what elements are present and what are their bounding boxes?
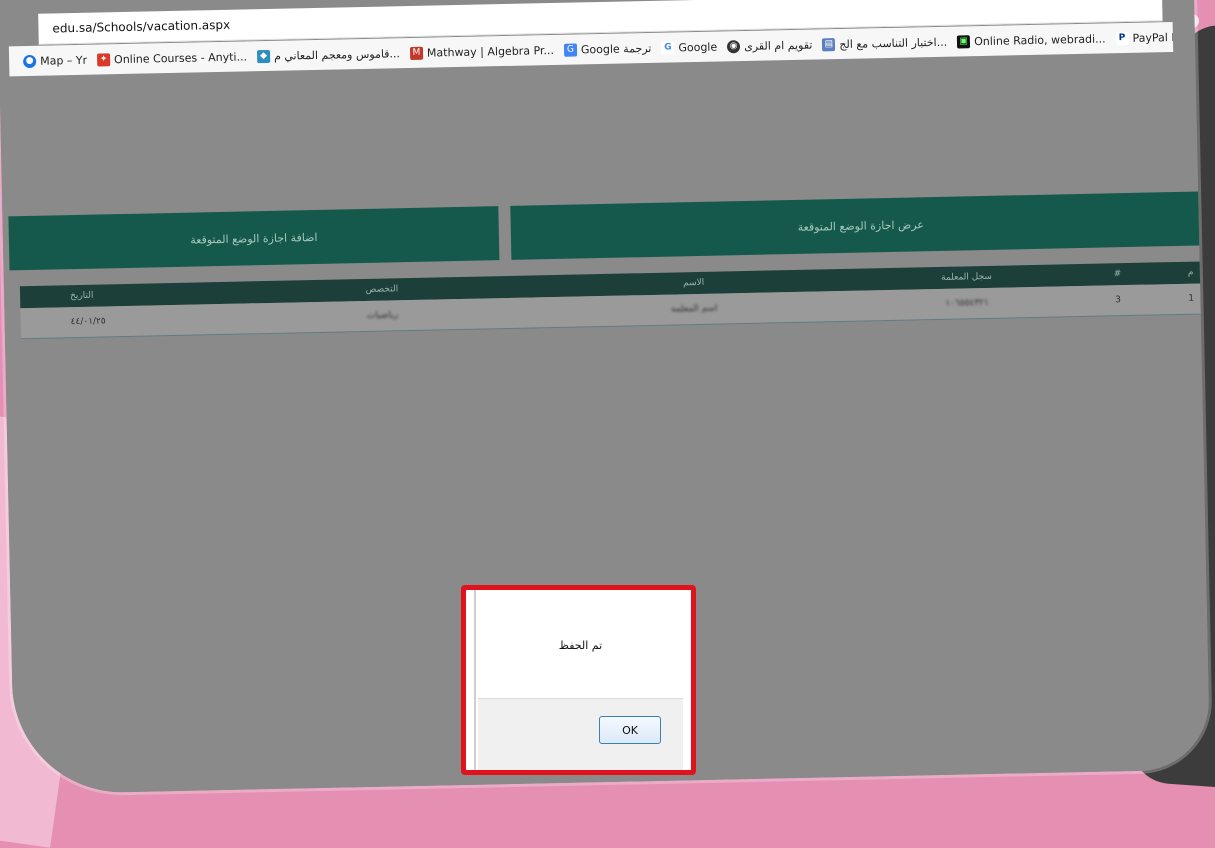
- dictionary-icon: ◆: [256, 49, 271, 63]
- dialog-message: تم الحفظ: [558, 638, 603, 652]
- google-icon: G: [661, 40, 675, 55]
- globe-icon: ●: [23, 54, 37, 68]
- bookmark-mathway[interactable]: M Mathway | Algebra Pr...: [409, 43, 555, 60]
- header-name: الاسم: [682, 277, 705, 289]
- mathway-icon: M: [409, 46, 424, 60]
- bookmark-online-courses[interactable]: ✦ Online Courses - Anyti...: [96, 49, 248, 67]
- header-specialty: التخصص: [365, 284, 399, 295]
- test-icon: ▤: [822, 37, 836, 51]
- bookmark-fit-test[interactable]: ▤ اختبار التناسب مع الج...: [822, 35, 947, 51]
- bookmark-paypal[interactable]: P PayPal Developer Doc...: [1115, 29, 1173, 45]
- cell-number: 3: [1115, 295, 1122, 306]
- header-registry: سجل المعلمة: [940, 271, 993, 283]
- add-expected-leave-button[interactable]: اضافة اجازة الوضع المتوقعة: [8, 206, 500, 271]
- bookmark-label: Google ترجمة: [580, 41, 652, 56]
- alert-dialog: تم الحفظ OK: [461, 585, 696, 775]
- cell-name: اسم المعلمة: [670, 303, 718, 315]
- header-date: التاريخ: [69, 290, 94, 302]
- bookmark-label: Mathway | Algebra Pr...: [426, 43, 555, 60]
- bookmark-umm-alqura-calendar[interactable]: ◉ تقويم ام القرى: [727, 38, 812, 53]
- bookmark-map-yr[interactable]: ● Map – Yr: [23, 53, 88, 68]
- dialog-edge: [474, 590, 476, 770]
- dialog-body: تم الحفظ: [478, 595, 683, 695]
- bookmark-label: Map – Yr: [40, 53, 88, 68]
- cell-date: ٤٤/٠١/٢٥: [70, 316, 106, 328]
- bookmark-label: قاموس ومعجم المعاني م...: [273, 46, 401, 63]
- add-button-label: اضافة اجازة الوضع المتوقعة: [190, 230, 318, 247]
- dialog-footer: OK: [478, 698, 683, 770]
- bookmark-label: Online Radio, webradi...: [974, 31, 1106, 48]
- bookmark-label: PayPal Developer Doc...: [1132, 29, 1174, 45]
- bookmark-label: اختبار التناسب مع الج...: [839, 35, 948, 51]
- bookmark-label: Google: [678, 40, 718, 54]
- bookmark-google-translate[interactable]: G Google ترجمة: [563, 41, 652, 57]
- bookmark-label: تقويم ام القرى: [744, 38, 813, 53]
- cell-specialty: رياضيات: [366, 310, 399, 321]
- ok-button[interactable]: OK: [599, 716, 661, 744]
- paypal-icon: P: [1115, 31, 1129, 45]
- bookmark-online-radio[interactable]: ▣ Online Radio, webradi...: [957, 31, 1106, 49]
- view-expected-leave-button[interactable]: عرض اجازة الوضع المتوقعة: [510, 191, 1211, 260]
- url-text: edu.sa/Schools/vacation.aspx: [52, 17, 231, 36]
- online-courses-icon: ✦: [96, 52, 111, 67]
- leave-table: التاريخ التخصص الاسم سجل المعلمة # م ٤٤/…: [19, 261, 1211, 340]
- bookmark-dictionary[interactable]: ◆ قاموس ومعجم المعاني م...: [256, 46, 401, 63]
- bookmark-label: Online Courses - Anyti...: [113, 49, 248, 66]
- bookmark-google[interactable]: G Google: [661, 40, 718, 55]
- header-number: #: [1113, 269, 1122, 280]
- translate-icon: G: [563, 42, 578, 57]
- view-button-label: عرض اجازة الوضع المتوقعة: [797, 217, 925, 234]
- cell-registry: ١٠٦٥٥٤٣٢١: [945, 297, 989, 309]
- calendar-globe-icon: ◉: [727, 39, 741, 53]
- radio-icon: ▣: [957, 34, 971, 49]
